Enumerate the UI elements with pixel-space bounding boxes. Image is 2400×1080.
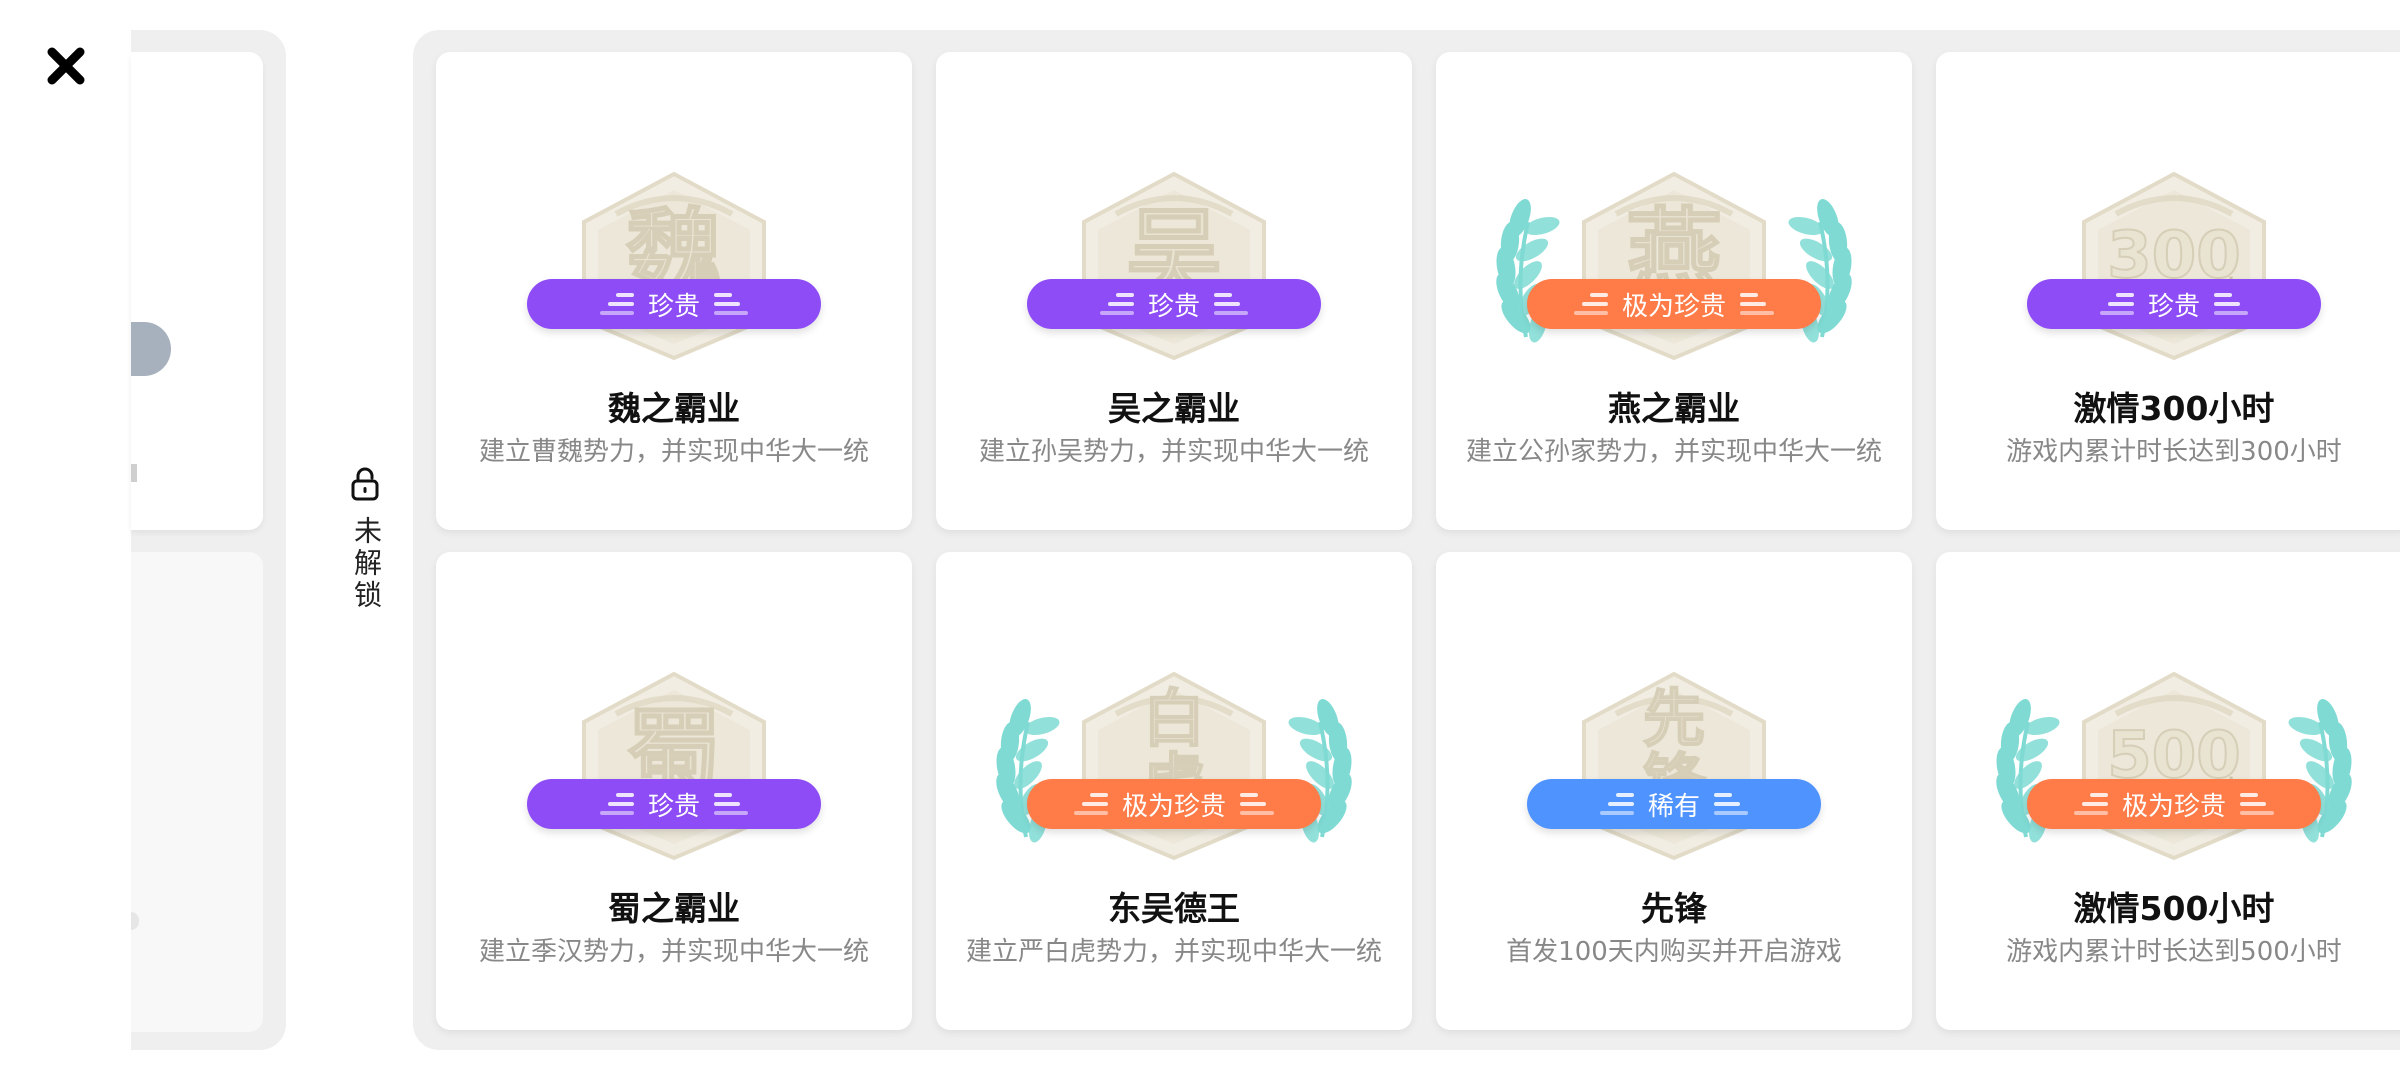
- achievement-description: 建立公孙家势力，并实现中华大一统: [1465, 437, 1882, 467]
- close-button[interactable]: [40, 40, 92, 92]
- rarity-decoration-icon: [2099, 290, 2134, 318]
- rarity-label: 珍贵: [647, 291, 700, 322]
- unlocked-section-panel: [131, 30, 286, 1050]
- achievement-title: 吴之霸业: [1108, 389, 1240, 428]
- rarity-decoration-icon: [1573, 290, 1608, 318]
- rarity-badge: 珍贵: [1027, 279, 1321, 329]
- locked-section-label: 未解锁: [346, 466, 384, 612]
- achievement-card[interactable]: 魏 珍贵 魏之霸业建立曹魏势力，并实现中华大一统: [436, 52, 912, 530]
- card-decoration: [131, 912, 139, 930]
- rarity-label: 珍贵: [1147, 291, 1200, 322]
- achievement-title: 东吴德王: [1108, 889, 1240, 928]
- achievement-description: 游戏内累计时长达到500小时: [2006, 937, 2342, 967]
- unlocked-achievement-card[interactable]: [131, 52, 263, 530]
- rarity-decoration-icon: [1099, 290, 1134, 318]
- achievement-description: 建立季汉势力，并实现中华大一统: [478, 937, 869, 967]
- achievement-card[interactable]: 蜀 珍贵 蜀之霸业建立季汉势力，并实现中华大一统: [436, 552, 912, 1030]
- svg-text:先: 先: [1643, 682, 1705, 755]
- achievement-badge-icon: 吴: [936, 122, 1412, 402]
- achievement-badge-icon: 先 锋: [1436, 622, 1912, 902]
- achievement-description: 建立孙吴势力，并实现中华大一统: [978, 437, 1369, 467]
- rarity-badge: 珍贵: [527, 779, 821, 829]
- rarity-badge: 极为珍贵: [1527, 279, 1821, 329]
- achievement-badge-icon: 白 虎: [936, 622, 1412, 902]
- rarity-decoration-icon: [2240, 790, 2274, 818]
- rarity-badge: [131, 322, 171, 376]
- lock-icon: [346, 466, 384, 502]
- locked-achievements-grid: 魏 珍贵 魏之霸业建立曹魏势力，并实现中华大一统 吴 珍贵 吴之霸业建立孙吴势力…: [413, 30, 2400, 1050]
- rarity-decoration-icon: [1073, 790, 1108, 818]
- achievement-description: 游戏内累计时长达到300小时: [2006, 437, 2342, 467]
- close-icon: [47, 47, 85, 85]
- card-text-fragment: [131, 464, 137, 482]
- achievement-title: 蜀之霸业: [608, 889, 740, 928]
- rarity-decoration-icon: [599, 290, 634, 318]
- rarity-label: 极为珍贵: [2121, 791, 2226, 822]
- rarity-label: 极为珍贵: [1121, 791, 1226, 822]
- achievement-badge-icon: 燕: [1436, 122, 1912, 402]
- achievement-title: 先锋: [1641, 889, 1707, 928]
- achievement-card[interactable]: 300h 珍贵 激情300小时游戏内累计时长达到300小时: [1936, 52, 2400, 530]
- rarity-decoration-icon: [1714, 790, 1748, 818]
- achievement-description: 建立严白虎势力，并实现中华大一统: [965, 937, 1382, 967]
- achievement-description: 建立曹魏势力，并实现中华大一统: [478, 437, 869, 467]
- achievement-badge-icon: 魏: [436, 122, 912, 402]
- achievement-title: 激情300小时: [2073, 389, 2275, 428]
- rarity-label: 珍贵: [2147, 291, 2200, 322]
- rarity-decoration-icon: [1240, 790, 1274, 818]
- rarity-decoration-icon: [2214, 290, 2248, 318]
- achievement-card[interactable]: 先 锋 稀有 先锋首发100天内购买并开启游戏: [1436, 552, 1912, 1030]
- rarity-decoration-icon: [714, 790, 748, 818]
- rarity-badge: 珍贵: [2027, 279, 2321, 329]
- rarity-decoration-icon: [599, 790, 634, 818]
- rarity-badge: 珍贵: [527, 279, 821, 329]
- rarity-decoration-icon: [1599, 790, 1634, 818]
- rarity-label: 珍贵: [647, 791, 700, 822]
- rarity-label: 稀有: [1647, 791, 1700, 822]
- achievement-card[interactable]: 吴 珍贵 吴之霸业建立孙吴势力，并实现中华大一统: [936, 52, 1412, 530]
- rarity-label: 极为珍贵: [1621, 291, 1726, 322]
- rarity-badge: 稀有: [1527, 779, 1821, 829]
- achievement-title: 魏之霸业: [608, 389, 740, 428]
- achievement-badge-icon: 500h: [1936, 622, 2400, 902]
- achievement-badge-icon: 300h: [1936, 122, 2400, 402]
- rarity-badge: 极为珍贵: [1027, 779, 1321, 829]
- achievement-title: 激情500小时: [2073, 889, 2275, 928]
- achievement-badge-icon: 蜀: [436, 622, 912, 902]
- achievement-card[interactable]: 燕 极为珍贵 燕之霸业建立公孙家势力，并实现中华大一统: [1436, 52, 1912, 530]
- rarity-badge: 极为珍贵: [2027, 779, 2321, 829]
- rarity-decoration-icon: [714, 290, 748, 318]
- achievement-card[interactable]: 白 虎 极为珍贵 东吴德王建立严白虎势力，并实现中华大一统: [936, 552, 1412, 1030]
- achievement-description: 首发100天内购买并开启游戏: [1506, 937, 1842, 967]
- achievement-card[interactable]: 500h 极为珍贵 激情500小时游戏内累计时长达到500小时: [1936, 552, 2400, 1030]
- rarity-decoration-icon: [1214, 290, 1248, 318]
- achievement-title: 燕之霸业: [1608, 389, 1740, 428]
- rarity-decoration-icon: [2073, 790, 2108, 818]
- unlocked-achievement-card[interactable]: [131, 552, 263, 1032]
- locked-section-title: 未解锁: [350, 516, 383, 612]
- rarity-decoration-icon: [1740, 290, 1774, 318]
- svg-text:白: 白: [1143, 682, 1205, 755]
